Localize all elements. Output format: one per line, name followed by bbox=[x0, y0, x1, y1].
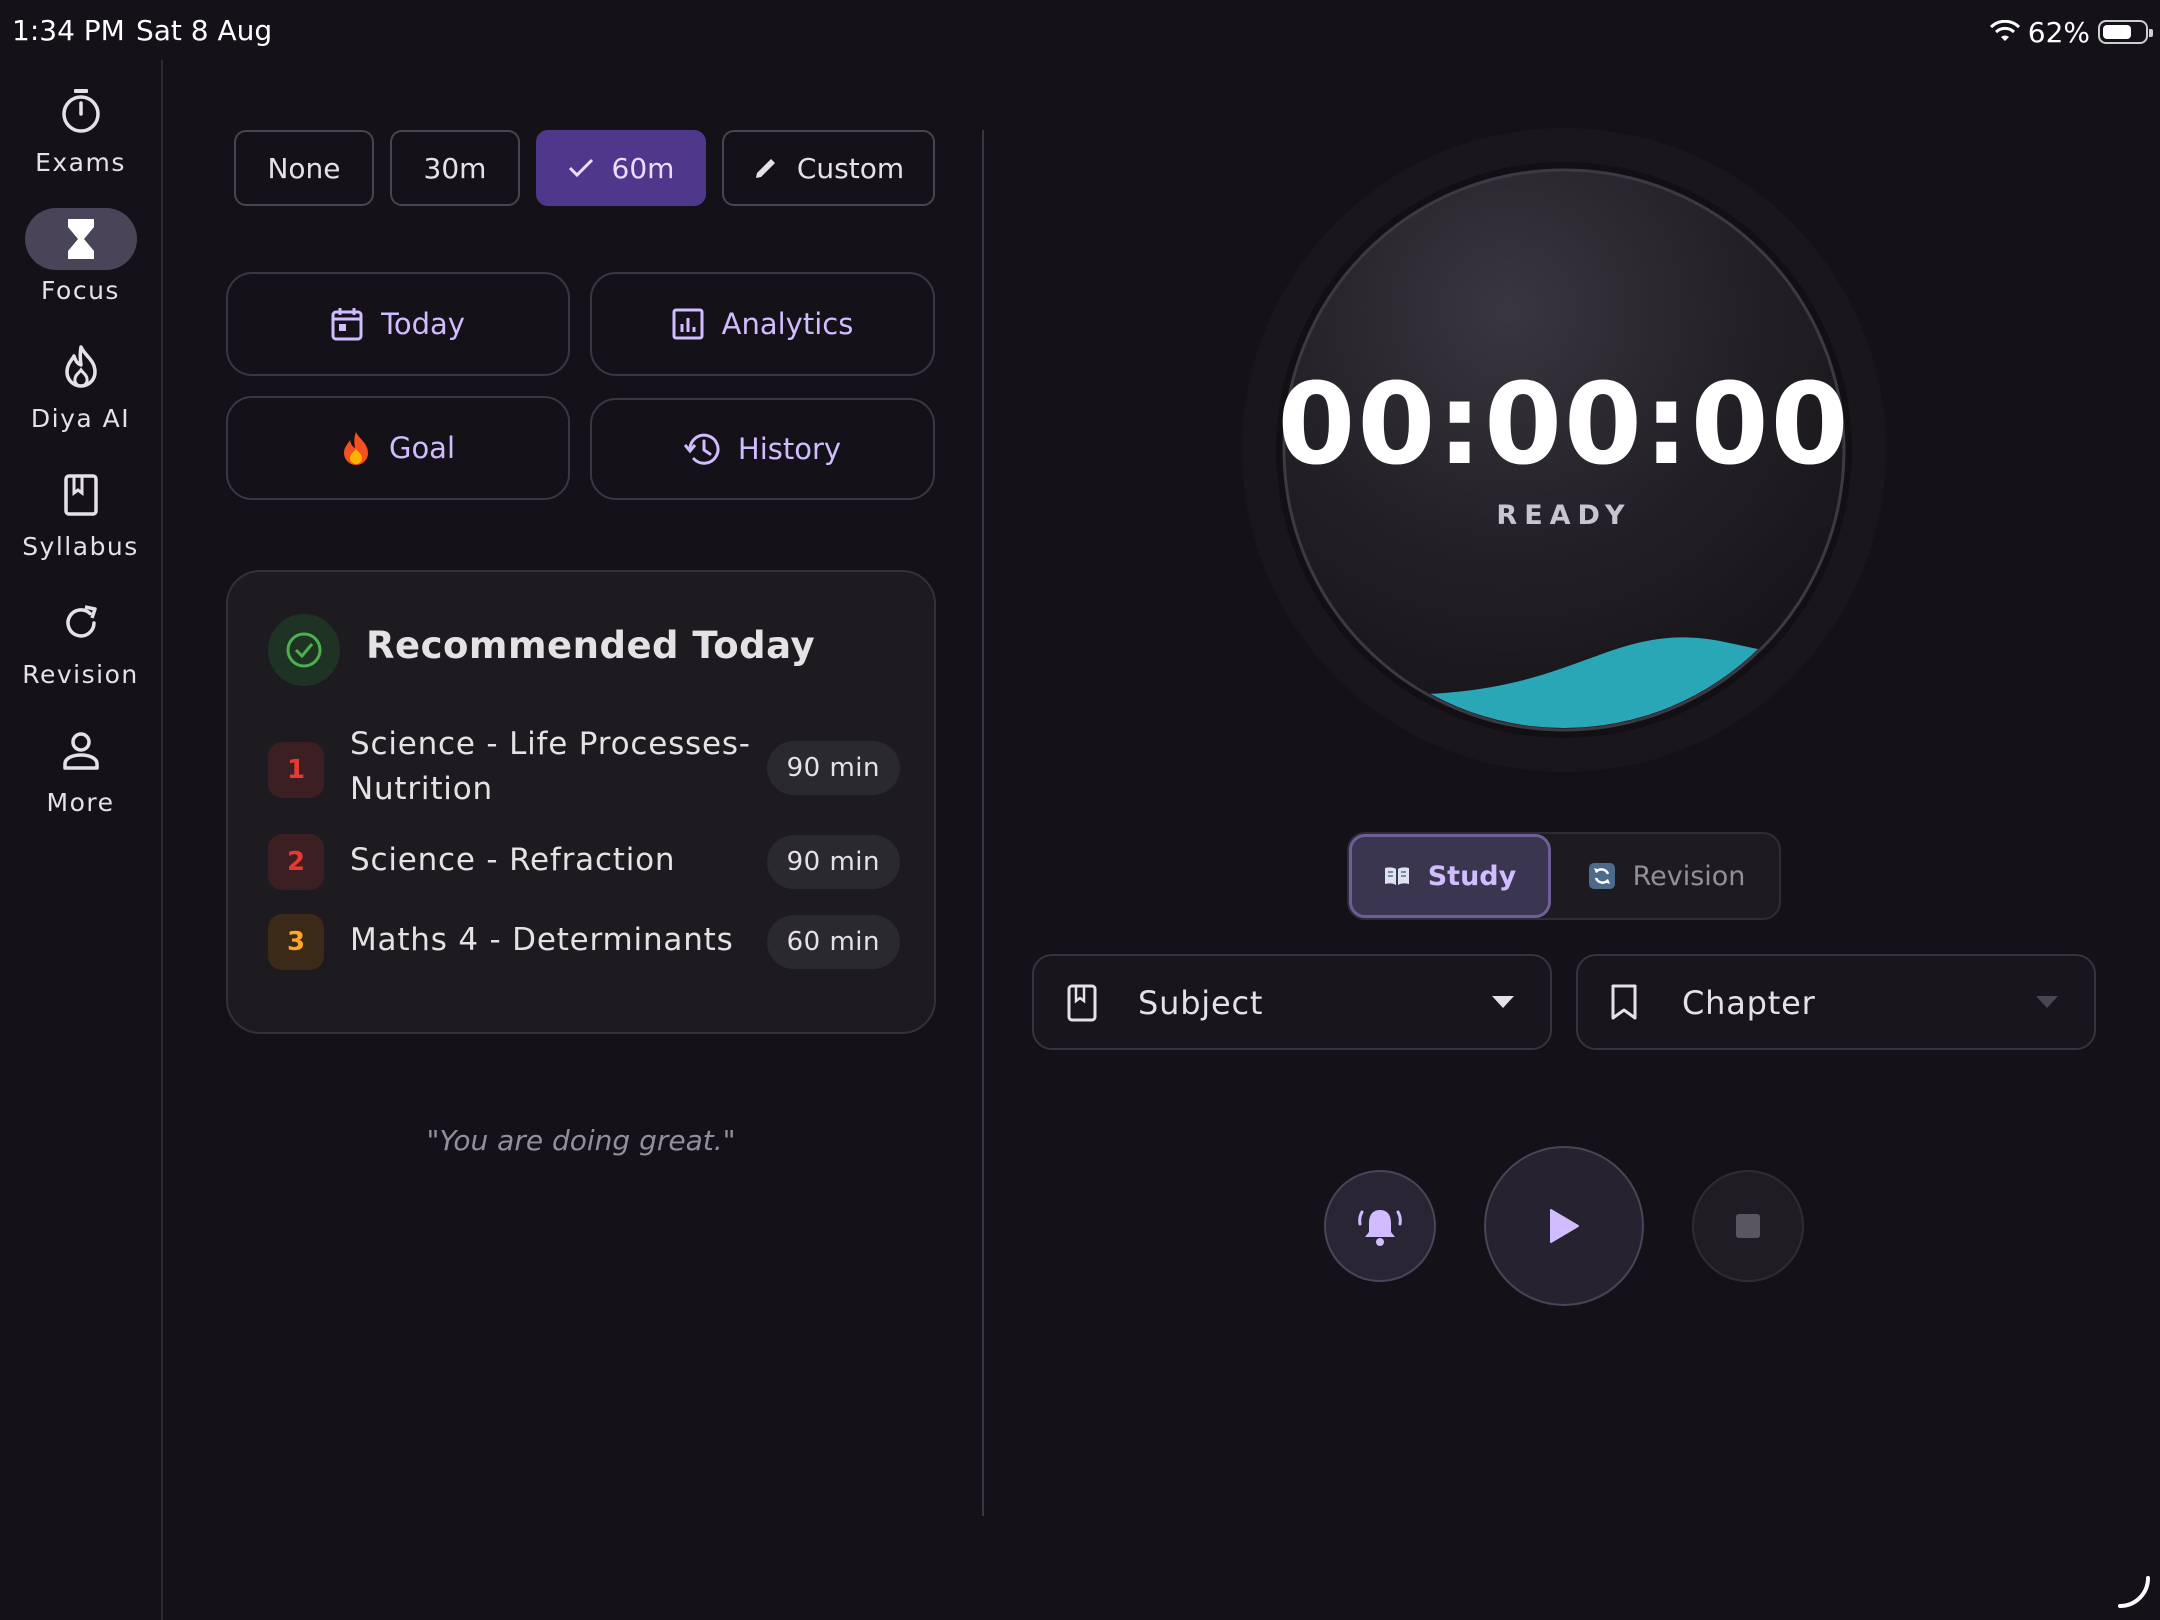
mode-study-button[interactable]: Study bbox=[1349, 834, 1551, 918]
goal-button[interactable]: Goal bbox=[226, 396, 570, 500]
list-item[interactable]: 2 Science - Refraction 90 min bbox=[268, 832, 900, 892]
bookmark-icon bbox=[1611, 984, 1637, 1020]
list-item[interactable]: 3 Maths 4 - Determinants 60 min bbox=[268, 912, 900, 972]
battery-icon bbox=[2098, 20, 2153, 44]
check-circle-icon bbox=[268, 614, 340, 686]
status-time: 1:34 PM bbox=[12, 14, 125, 47]
dropdown-arrow-icon bbox=[1492, 996, 1514, 1008]
book-icon bbox=[63, 474, 98, 516]
check-icon bbox=[568, 158, 593, 178]
duration-chip-30m[interactable]: 30m bbox=[390, 130, 520, 206]
list-item[interactable]: 1 Science - Life Processes- Nutrition 90… bbox=[268, 720, 900, 816]
refresh-badge-icon bbox=[1588, 863, 1615, 889]
duration-chip-custom[interactable]: Custom bbox=[722, 130, 935, 206]
refresh-icon bbox=[65, 605, 97, 638]
battery-percent: 62% bbox=[2027, 15, 2090, 49]
timer-icon bbox=[61, 89, 100, 133]
panel-divider bbox=[982, 130, 984, 1516]
pencil-icon bbox=[755, 159, 775, 178]
nav-item-diya-ai[interactable]: Diya AI bbox=[0, 336, 161, 433]
nav-label: Revision bbox=[22, 660, 139, 689]
nav-item-focus[interactable]: Focus bbox=[0, 208, 161, 305]
nav-label: More bbox=[46, 788, 115, 817]
rank-badge: 1 bbox=[268, 742, 324, 798]
topic-label: Maths 4 - Determinants bbox=[350, 922, 734, 958]
hourglass-icon bbox=[67, 219, 94, 259]
mode-toggle: Study Revision bbox=[1347, 832, 1781, 920]
today-button[interactable]: Today bbox=[226, 272, 570, 376]
rank-badge: 2 bbox=[268, 834, 324, 890]
nav-label: Exams bbox=[35, 148, 126, 177]
flame-icon bbox=[64, 345, 97, 388]
alarm-button[interactable] bbox=[1324, 1170, 1436, 1282]
duration-badge: 90 min bbox=[766, 741, 900, 795]
analytics-icon bbox=[672, 308, 704, 340]
topic-label: Science - Life Processes- Nutrition bbox=[350, 726, 751, 807]
rank-badge: 3 bbox=[268, 914, 324, 970]
stop-button[interactable] bbox=[1692, 1170, 1804, 1282]
analytics-button[interactable]: Analytics bbox=[590, 272, 935, 376]
chapter-dropdown[interactable]: Chapter bbox=[1576, 954, 2096, 1050]
play-button[interactable] bbox=[1484, 1146, 1644, 1306]
person-icon bbox=[62, 732, 99, 770]
stop-icon bbox=[1736, 1214, 1760, 1238]
nav-label: Diya AI bbox=[30, 404, 131, 433]
duration-chip-none[interactable]: None bbox=[234, 130, 374, 206]
subject-label: Subject bbox=[1138, 984, 1264, 1022]
nav-label: Focus bbox=[41, 276, 120, 305]
calendar-icon bbox=[331, 308, 363, 341]
loading-spinner-icon bbox=[2118, 1576, 2150, 1608]
nav-item-syllabus[interactable]: Syllabus bbox=[0, 464, 161, 561]
fire-icon bbox=[343, 432, 368, 465]
dropdown-arrow-icon bbox=[2036, 996, 2058, 1008]
subject-dropdown[interactable]: Subject bbox=[1032, 954, 1552, 1050]
recommended-title: Recommended Today bbox=[366, 624, 816, 667]
timer-status: READY bbox=[1496, 500, 1632, 531]
timer-display: 00:00:00 bbox=[1277, 360, 1851, 490]
status-date: Sat 8 Aug bbox=[136, 14, 273, 47]
topic-label: Science - Refraction bbox=[350, 842, 676, 878]
history-icon bbox=[683, 433, 720, 465]
open-book-icon bbox=[1384, 867, 1409, 885]
nav-item-exams[interactable]: Exams bbox=[0, 80, 161, 177]
nav-item-revision[interactable]: Revision bbox=[0, 592, 161, 689]
book-icon bbox=[1067, 984, 1097, 1022]
history-button[interactable]: History bbox=[590, 398, 935, 500]
chapter-label: Chapter bbox=[1682, 984, 1816, 1022]
mode-revision-button[interactable]: Revision bbox=[1555, 834, 1779, 918]
play-icon bbox=[1550, 1209, 1579, 1243]
duration-badge: 90 min bbox=[766, 835, 900, 889]
motivation-quote: "You are doing great." bbox=[426, 1124, 736, 1157]
nav-label: Syllabus bbox=[22, 532, 139, 561]
duration-badge: 60 min bbox=[766, 915, 900, 969]
nav-item-more[interactable]: More bbox=[0, 720, 161, 817]
wifi-icon bbox=[1989, 20, 2020, 44]
status-indicators: 62% bbox=[1989, 12, 2153, 52]
duration-chip-60m[interactable]: 60m bbox=[536, 130, 706, 206]
recommended-card: Recommended Today 1 Science - Life Proce… bbox=[226, 570, 936, 1034]
bell-ring-icon bbox=[1358, 1210, 1402, 1246]
